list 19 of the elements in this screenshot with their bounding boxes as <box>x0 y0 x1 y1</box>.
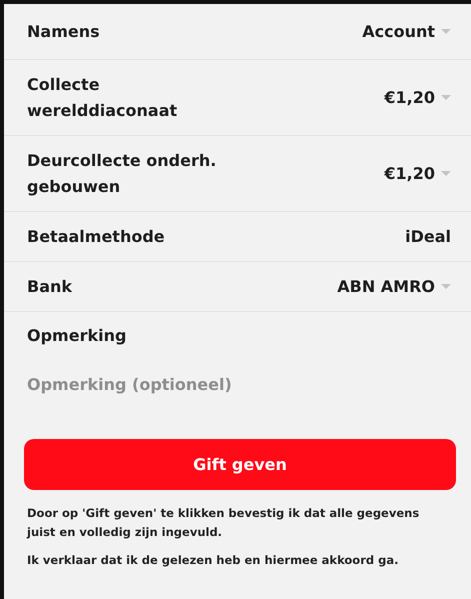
field-label: Betaalmethode <box>27 226 165 248</box>
dropdown-select[interactable]: €1,20 <box>384 164 451 183</box>
gift-button[interactable]: Gift geven <box>24 439 456 490</box>
field-value: iDeal <box>405 227 451 246</box>
field-label: Collecte werelddiaconaat <box>27 74 178 122</box>
caret-icon <box>441 170 451 176</box>
dropdown-select[interactable]: Account <box>362 22 451 41</box>
caret-icon <box>441 28 451 34</box>
caret-icon <box>441 284 451 290</box>
field-label: Deurcollecte onderh. gebouwen <box>27 150 218 198</box>
field-label: Namens <box>27 20 100 42</box>
dropdown-select[interactable]: ABN AMRO <box>337 277 451 296</box>
dropdown-select[interactable]: €1,20 <box>384 88 451 107</box>
field-label: Bank <box>27 276 72 298</box>
caret-icon <box>441 94 451 100</box>
field-label: Opmerking <box>27 325 126 347</box>
disclaimer-text: Ik verklaar dat ik de gelezen heb en hiermee akkoord ga. <box>27 552 400 569</box>
disclaimer-text: Door op 'Gift geven' te klikken bevestig ik dat alle gegevens juist en volledig zijn ingevuld. <box>27 505 420 541</box>
remark-input-field[interactable]: Opmerking (optioneel) <box>27 360 447 408</box>
